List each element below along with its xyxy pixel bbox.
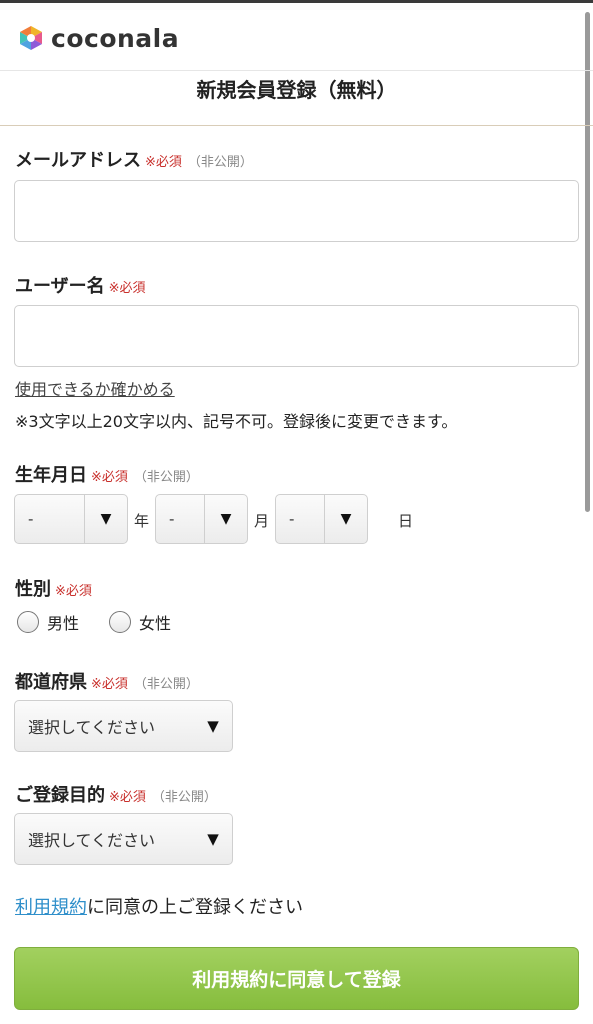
coconala-logo-icon	[20, 26, 42, 50]
birthday-label-text: 生年月日	[15, 465, 87, 486]
gender-radio-male[interactable]: 男性	[17, 610, 79, 634]
radio-icon[interactable]	[17, 611, 39, 633]
birth-day-value: -	[289, 510, 295, 528]
caret-down-icon: ▼	[220, 511, 232, 527]
submit-button[interactable]: 利用規約に同意して登録	[14, 947, 579, 1010]
username-label: ユーザー名 ※必須	[15, 272, 146, 298]
birth-day-select[interactable]: - ▼	[275, 494, 368, 544]
birth-year-value: -	[28, 510, 34, 528]
username-field[interactable]	[14, 305, 579, 367]
gender-radio-female[interactable]: 女性	[109, 610, 171, 634]
caret-down-icon: ▼	[207, 830, 219, 848]
private-mark: （非公開）	[187, 155, 253, 170]
birth-month-value: -	[169, 510, 175, 528]
purpose-label: ご登録目的 ※必須 （非公開）	[15, 781, 217, 807]
year-unit: 年	[134, 512, 150, 530]
header: coconala	[0, 3, 593, 71]
caret-down-icon: ▼	[100, 511, 112, 527]
required-mark: ※必須	[55, 584, 92, 599]
prefecture-select[interactable]: 選択してください ▼	[14, 700, 233, 752]
terms-text: に同意の上ご登録ください	[87, 897, 303, 918]
gender-label: 性別 ※必須	[15, 575, 92, 601]
birthday-label: 生年月日 ※必須 （非公開）	[15, 461, 199, 487]
email-label-text: メールアドレス	[15, 150, 141, 171]
required-mark: ※必須	[91, 470, 128, 485]
required-mark: ※必須	[108, 281, 146, 296]
page-title-bar: 新規会員登録（無料）	[0, 71, 593, 126]
radio-icon[interactable]	[109, 611, 131, 633]
private-mark: （非公開）	[133, 677, 199, 692]
required-mark: ※必須	[145, 155, 182, 170]
gender-label-text: 性別	[15, 579, 51, 600]
terms-line: 利用規約に同意の上ご登録ください	[15, 893, 303, 919]
purpose-select[interactable]: 選択してください ▼	[14, 813, 233, 865]
prefecture-value: 選択してください	[28, 718, 156, 737]
gender-option-label: 女性	[139, 614, 172, 633]
logo-text: coconala	[51, 23, 180, 53]
check-username-link[interactable]: 使用できるか確かめる	[15, 376, 175, 400]
username-label-text: ユーザー名	[15, 276, 105, 297]
purpose-value: 選択してください	[28, 831, 156, 850]
email-field[interactable]	[14, 180, 579, 242]
private-mark: （非公開）	[151, 790, 217, 805]
terms-link[interactable]: 利用規約	[15, 897, 87, 918]
required-mark: ※必須	[91, 677, 128, 692]
gender-option-label: 男性	[47, 614, 80, 633]
page-title: 新規会員登録（無料）	[196, 78, 397, 102]
private-mark: （非公開）	[133, 470, 199, 485]
prefecture-label: 都道府県 ※必須 （非公開）	[15, 668, 199, 694]
caret-down-icon: ▼	[340, 511, 352, 527]
day-unit: 日	[398, 512, 414, 530]
logo[interactable]: coconala	[16, 23, 179, 53]
purpose-label-text: ご登録目的	[15, 785, 105, 806]
caret-down-icon: ▼	[207, 717, 219, 735]
birth-year-select[interactable]: - ▼	[14, 494, 128, 544]
month-unit: 月	[254, 512, 270, 530]
birth-month-select[interactable]: - ▼	[155, 494, 248, 544]
required-mark: ※必須	[109, 790, 146, 805]
username-note: ※3文字以上20文字以内、記号不可。登録後に変更できます。	[15, 412, 458, 431]
prefecture-label-text: 都道府県	[15, 672, 87, 693]
email-label: メールアドレス ※必須 （非公開）	[15, 146, 253, 172]
